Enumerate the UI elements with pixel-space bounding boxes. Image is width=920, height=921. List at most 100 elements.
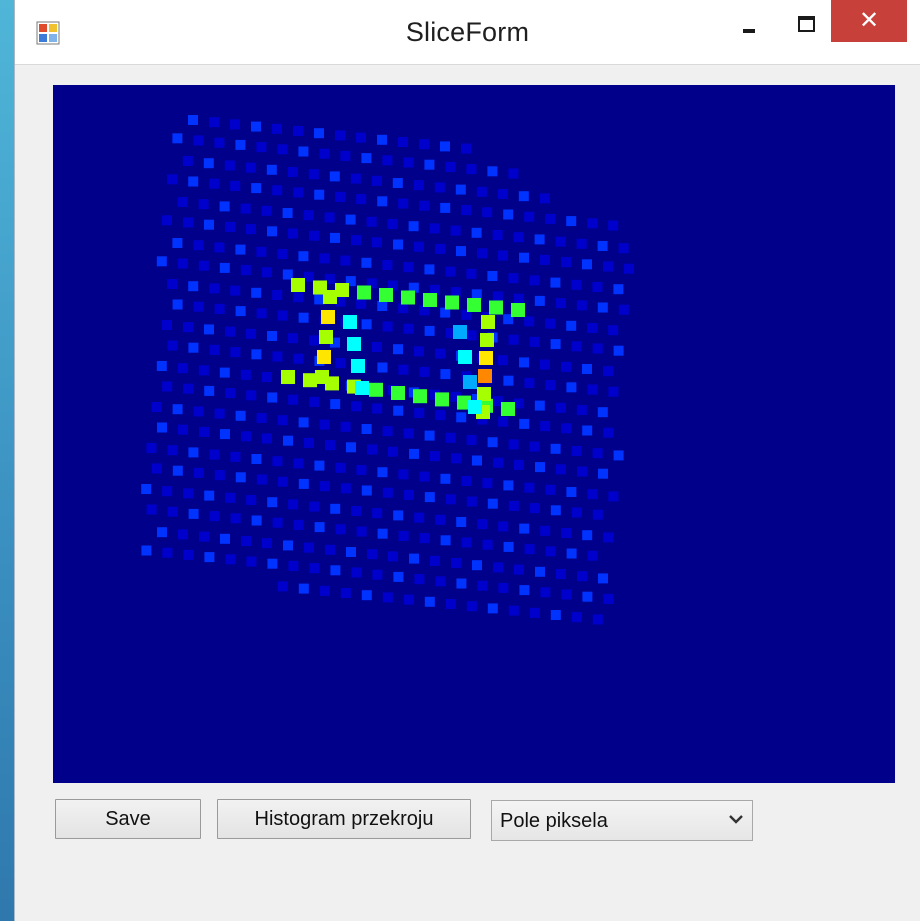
slice-point — [435, 243, 445, 254]
slice-point — [482, 539, 493, 550]
slice-point — [251, 349, 262, 360]
slice-point — [272, 123, 282, 134]
slice-point — [261, 205, 272, 216]
slice-point — [198, 199, 209, 210]
slice-point — [524, 377, 535, 388]
slice-point — [277, 415, 288, 426]
save-button[interactable]: Save — [55, 799, 201, 839]
slice-point — [524, 482, 535, 493]
slice-point — [209, 449, 220, 460]
slice-point — [598, 573, 608, 584]
slice-point — [167, 279, 178, 289]
slice-point — [330, 565, 341, 576]
slice-point — [587, 384, 598, 395]
slice-point — [592, 343, 603, 354]
slice-point — [199, 531, 209, 542]
slice-point — [235, 244, 246, 255]
slice-point — [367, 444, 377, 455]
minimize-icon[interactable] — [723, 0, 773, 44]
slice-point — [335, 358, 346, 369]
slice-point — [377, 134, 387, 145]
slice-point — [419, 200, 430, 211]
slice-point — [272, 351, 283, 362]
slice-point — [461, 476, 472, 486]
slice-point — [440, 202, 451, 213]
slice-point — [445, 161, 456, 172]
slice-point — [319, 253, 330, 264]
slice-point — [582, 530, 593, 541]
slice-point — [555, 236, 566, 247]
slice-point — [309, 230, 319, 241]
highlight-point — [303, 373, 317, 388]
slice-point — [251, 183, 262, 194]
slice-point — [466, 601, 477, 612]
slice-point — [246, 224, 256, 235]
slice-point — [361, 153, 372, 164]
slice-point — [178, 529, 188, 540]
slice-point — [456, 246, 466, 257]
slice-point — [225, 388, 236, 399]
slice-point — [314, 522, 325, 533]
slice-point — [492, 230, 503, 240]
slice-point — [529, 336, 540, 347]
slice-point — [287, 167, 298, 177]
slice-point — [172, 238, 183, 248]
slice-point — [556, 569, 566, 579]
slice-point — [183, 549, 194, 560]
slice-point — [398, 198, 409, 209]
slice-point — [298, 583, 309, 594]
slice-point — [256, 413, 267, 423]
slice-point — [272, 185, 283, 196]
slice-point — [204, 324, 214, 335]
slice-point — [497, 189, 508, 199]
slice-point — [466, 268, 477, 279]
slice-point — [403, 323, 414, 334]
slice-point — [466, 435, 477, 445]
slice-point — [540, 254, 550, 265]
slice-point — [162, 486, 173, 497]
slice-point — [487, 603, 498, 614]
slice-point — [519, 523, 530, 534]
slice-point — [576, 405, 587, 415]
slice-point — [597, 302, 608, 313]
maximize-icon[interactable] — [777, 0, 833, 44]
slice-point — [524, 211, 535, 222]
histogram-button[interactable]: Histogram przekroju — [217, 799, 471, 839]
highlight-point — [401, 290, 415, 305]
slice-point — [240, 265, 251, 276]
slice-point — [261, 267, 272, 278]
slice-point — [398, 303, 409, 314]
slice-point — [283, 435, 293, 446]
slice-point — [377, 301, 388, 311]
slice-point — [361, 319, 372, 330]
field-select-dropdown[interactable]: Pole piksela — [491, 800, 753, 841]
slice-point — [177, 363, 188, 374]
slice-point — [435, 514, 446, 525]
slice-point — [582, 259, 592, 270]
slice-point — [235, 306, 246, 317]
slice-point — [356, 526, 367, 537]
slice-point — [498, 521, 509, 532]
slice-point — [608, 491, 619, 502]
slice-point — [582, 364, 592, 374]
highlight-point — [281, 370, 295, 384]
slice-point — [182, 156, 193, 166]
slice-point — [545, 213, 556, 224]
slice-point — [188, 115, 198, 125]
slice-point — [146, 504, 157, 515]
slice-point — [267, 558, 278, 569]
slice-point — [393, 344, 403, 355]
slice-point — [293, 353, 304, 364]
slice-point — [577, 571, 587, 582]
slice-point — [555, 298, 566, 309]
title-bar[interactable]: SliceForm ✕ — [15, 0, 920, 64]
slice-point — [319, 481, 330, 492]
highlight-point — [357, 285, 371, 300]
close-icon[interactable]: ✕ — [831, 0, 907, 42]
slice-point — [461, 205, 472, 216]
slice-point — [618, 243, 629, 254]
slice-point — [514, 564, 524, 575]
slice-point — [188, 447, 199, 458]
slice-point — [288, 394, 299, 405]
highlight-point — [458, 350, 472, 364]
